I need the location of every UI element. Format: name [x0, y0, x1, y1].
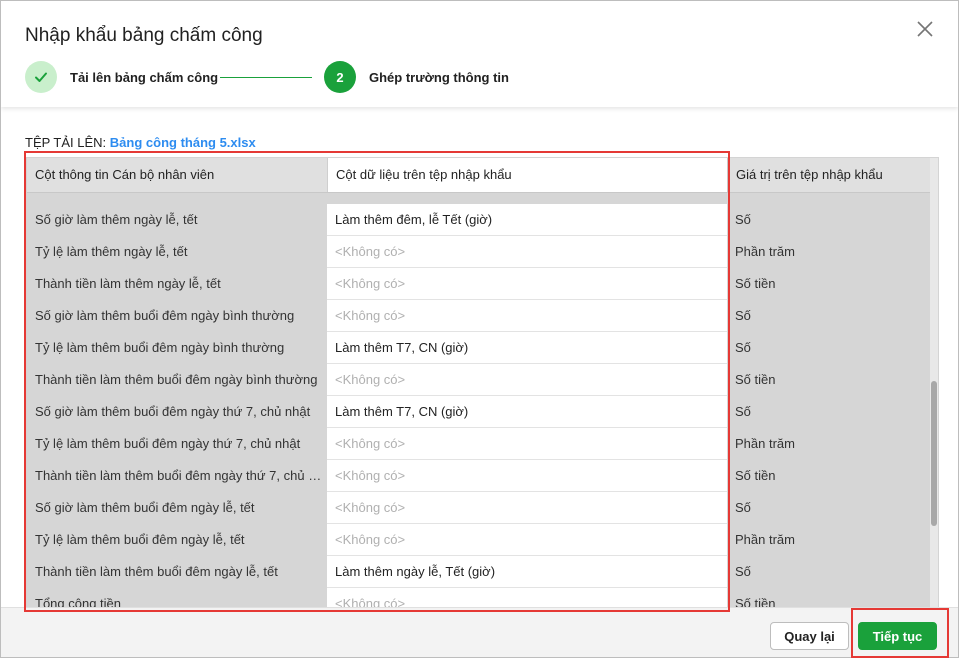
table-row: Số giờ làm thêm buổi đêm ngày lễ, tết <Kh… — [27, 492, 930, 524]
table-scrollbar[interactable] — [930, 158, 938, 611]
dialog-footer: Quay lại Tiếp tục — [1, 607, 958, 657]
import-value-cell: Số tiền — [727, 268, 930, 300]
uploaded-file-label: TỆP TẢI LÊN: — [25, 135, 107, 150]
table-row: Số giờ làm thêm buổi đêm ngày thứ 7, chủ… — [27, 396, 930, 428]
dialog-title: Nhập khẩu bảng chấm công — [25, 25, 263, 46]
table-row: Tỷ lệ làm thêm buổi đêm ngày lễ, tết <Khô… — [27, 524, 930, 556]
import-column-select[interactable]: Làm thêm đêm, lễ Tết (giờ) — [327, 204, 727, 236]
import-value-cell: Số — [727, 332, 930, 364]
dialog-header: Nhập khẩu bảng chấm công Tải lên bảng ch… — [1, 1, 958, 107]
close-icon[interactable] — [915, 19, 935, 39]
import-column-select[interactable]: Làm thêm ngày lễ, Tết (giờ) — [327, 556, 727, 588]
import-value-cell: Số — [727, 300, 930, 332]
import-column-select[interactable]: Làm thêm T7, CN (giờ) — [327, 332, 727, 364]
employee-field-cell: Thành tiền làm thêm ngày lễ, tết — [27, 268, 327, 300]
step-2-label: Ghép trường thông tin — [369, 70, 509, 85]
table-row: Thành tiền làm thêm buổi đêm ngày lễ, tế… — [27, 556, 930, 588]
table-row: Số giờ làm thêm buổi đêm ngày bình thườn… — [27, 300, 930, 332]
table-row: Số giờ làm thêm ngày lễ, tết Làm thêm đêm… — [27, 204, 930, 236]
step-1-done — [25, 61, 57, 93]
uploaded-file-link[interactable]: Bảng công tháng 5.xlsx — [110, 135, 256, 150]
import-column-select[interactable]: <Không có> — [327, 236, 727, 268]
employee-field-cell: Thành tiền làm thêm buổi đêm ngày lễ, tế… — [27, 556, 327, 588]
step-2-number: 2 — [324, 61, 356, 93]
header-import-column: Cột dữ liệu trên tệp nhập khẩu — [327, 158, 727, 192]
uploaded-file-row: TỆP TẢI LÊN: Bảng công tháng 5.xlsx — [25, 135, 256, 150]
import-column-select[interactable]: <Không có> — [327, 492, 727, 524]
import-column-select[interactable]: <Không có> — [327, 428, 727, 460]
scrollbar-thumb[interactable] — [931, 381, 937, 526]
table-row: Thành tiền làm thêm buổi đêm ngày thứ 7,… — [27, 460, 930, 492]
import-value-cell: Phần trăm — [727, 524, 930, 556]
mapping-table: Cột thông tin Cán bộ nhân viên Cột dữ li… — [26, 157, 939, 612]
employee-field-cell: Tỷ lệ làm thêm buổi đêm ngày bình thường — [27, 332, 327, 364]
table-body: Số giờ làm thêm ngày lễ, tết Làm thêm đêm… — [27, 192, 930, 611]
import-value-cell: Số — [727, 204, 930, 236]
import-value-cell: Số — [727, 396, 930, 428]
table-header: Cột thông tin Cán bộ nhân viên Cột dữ li… — [27, 158, 930, 193]
import-column-select[interactable]: <Không có> — [327, 364, 727, 396]
employee-field-cell: Tỷ lệ làm thêm buổi đêm ngày thứ 7, chủ … — [27, 428, 327, 460]
continue-button[interactable]: Tiếp tục — [858, 622, 937, 650]
dialog-body: TỆP TẢI LÊN: Bảng công tháng 5.xlsx Cột … — [1, 107, 958, 612]
table-row: Tỷ lệ làm thêm buổi đêm ngày thứ 7, chủ … — [27, 428, 930, 460]
import-column-select[interactable]: <Không có> — [327, 300, 727, 332]
table-row: Thành tiền làm thêm ngày lễ, tết <Không c… — [27, 268, 930, 300]
table-row: Tỷ lệ làm thêm ngày lễ, tết <Không có> Phầ… — [27, 236, 930, 268]
header-import-value: Giá trị trên tệp nhập khẩu — [727, 158, 930, 192]
back-button[interactable]: Quay lại — [770, 622, 849, 650]
step-connector — [220, 77, 312, 78]
employee-field-cell: Số giờ làm thêm buổi đêm ngày thứ 7, chủ… — [27, 396, 327, 428]
import-value-cell: Số — [727, 492, 930, 524]
import-value-cell: Phần trăm — [727, 428, 930, 460]
employee-field-cell: Số giờ làm thêm ngày lễ, tết — [27, 204, 327, 236]
employee-field-cell: Tỷ lệ làm thêm buổi đêm ngày lễ, tết — [27, 524, 327, 556]
header-employee-field: Cột thông tin Cán bộ nhân viên — [35, 167, 215, 182]
employee-field-cell: Số giờ làm thêm buổi đêm ngày lễ, tết — [27, 492, 327, 524]
import-column-select[interactable]: <Không có> — [327, 524, 727, 556]
import-value-cell: Phần trăm — [727, 236, 930, 268]
check-icon — [35, 72, 47, 82]
import-value-cell: Số tiền — [727, 460, 930, 492]
step-1-label: Tải lên bảng chấm công — [70, 70, 219, 85]
table-row: Thành tiền làm thêm buổi đêm ngày bình t… — [27, 364, 930, 396]
employee-field-cell: Thành tiền làm thêm buổi đêm ngày bình t… — [27, 364, 327, 396]
import-dialog: Nhập khẩu bảng chấm công Tải lên bảng ch… — [0, 0, 959, 658]
import-column-select[interactable]: Làm thêm T7, CN (giờ) — [327, 396, 727, 428]
import-column-select[interactable]: <Không có> — [327, 460, 727, 492]
import-value-cell: Số — [727, 556, 930, 588]
table-row: Tỷ lệ làm thêm buổi đêm ngày bình thường… — [27, 332, 930, 364]
employee-field-cell: Thành tiền làm thêm buổi đêm ngày thứ 7,… — [27, 460, 327, 492]
import-column-select[interactable]: <Không có> — [327, 268, 727, 300]
import-value-cell: Số tiền — [727, 364, 930, 396]
employee-field-cell: Tỷ lệ làm thêm ngày lễ, tết — [27, 236, 327, 268]
employee-field-cell: Số giờ làm thêm buổi đêm ngày bình thườn… — [27, 300, 327, 332]
